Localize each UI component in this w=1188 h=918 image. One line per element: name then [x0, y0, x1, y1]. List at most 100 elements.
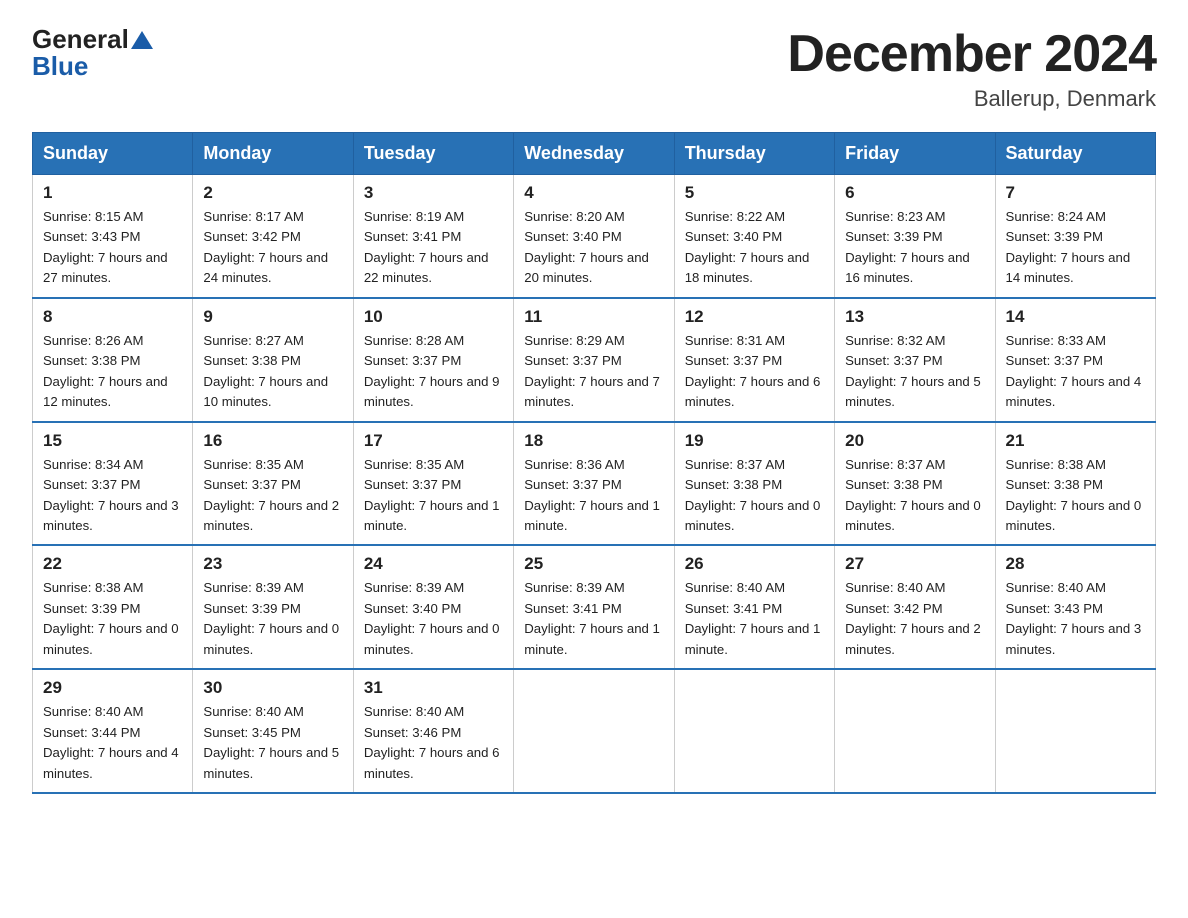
- calendar-cell: [995, 669, 1155, 793]
- day-info: Sunrise: 8:38 AMSunset: 3:38 PMDaylight:…: [1006, 455, 1145, 537]
- day-info: Sunrise: 8:34 AMSunset: 3:37 PMDaylight:…: [43, 455, 182, 537]
- calendar-cell: [674, 669, 834, 793]
- calendar-week-row: 1 Sunrise: 8:15 AMSunset: 3:43 PMDayligh…: [33, 175, 1156, 298]
- calendar-week-row: 22 Sunrise: 8:38 AMSunset: 3:39 PMDaylig…: [33, 545, 1156, 669]
- day-number: 20: [845, 431, 984, 451]
- day-info: Sunrise: 8:39 AMSunset: 3:39 PMDaylight:…: [203, 578, 342, 660]
- calendar-cell: 23 Sunrise: 8:39 AMSunset: 3:39 PMDaylig…: [193, 545, 353, 669]
- location-subtitle: Ballerup, Denmark: [787, 86, 1156, 112]
- day-number: 29: [43, 678, 182, 698]
- day-info: Sunrise: 8:26 AMSunset: 3:38 PMDaylight:…: [43, 331, 182, 413]
- day-info: Sunrise: 8:20 AMSunset: 3:40 PMDaylight:…: [524, 207, 663, 289]
- calendar-cell: 31 Sunrise: 8:40 AMSunset: 3:46 PMDaylig…: [353, 669, 513, 793]
- calendar-cell: 1 Sunrise: 8:15 AMSunset: 3:43 PMDayligh…: [33, 175, 193, 298]
- calendar-cell: 9 Sunrise: 8:27 AMSunset: 3:38 PMDayligh…: [193, 298, 353, 422]
- day-number: 28: [1006, 554, 1145, 574]
- calendar-week-row: 8 Sunrise: 8:26 AMSunset: 3:38 PMDayligh…: [33, 298, 1156, 422]
- calendar-cell: 8 Sunrise: 8:26 AMSunset: 3:38 PMDayligh…: [33, 298, 193, 422]
- calendar-cell: 7 Sunrise: 8:24 AMSunset: 3:39 PMDayligh…: [995, 175, 1155, 298]
- calendar-cell: 6 Sunrise: 8:23 AMSunset: 3:39 PMDayligh…: [835, 175, 995, 298]
- calendar-cell: 12 Sunrise: 8:31 AMSunset: 3:37 PMDaylig…: [674, 298, 834, 422]
- calendar-cell: 18 Sunrise: 8:36 AMSunset: 3:37 PMDaylig…: [514, 422, 674, 546]
- day-number: 17: [364, 431, 503, 451]
- calendar-cell: 22 Sunrise: 8:38 AMSunset: 3:39 PMDaylig…: [33, 545, 193, 669]
- day-number: 9: [203, 307, 342, 327]
- day-info: Sunrise: 8:28 AMSunset: 3:37 PMDaylight:…: [364, 331, 503, 413]
- day-info: Sunrise: 8:39 AMSunset: 3:41 PMDaylight:…: [524, 578, 663, 660]
- day-info: Sunrise: 8:40 AMSunset: 3:43 PMDaylight:…: [1006, 578, 1145, 660]
- month-year-title: December 2024: [787, 24, 1156, 84]
- title-section: December 2024 Ballerup, Denmark: [787, 24, 1156, 112]
- calendar-cell: 14 Sunrise: 8:33 AMSunset: 3:37 PMDaylig…: [995, 298, 1155, 422]
- day-info: Sunrise: 8:22 AMSunset: 3:40 PMDaylight:…: [685, 207, 824, 289]
- day-number: 1: [43, 183, 182, 203]
- header-wednesday: Wednesday: [514, 133, 674, 175]
- calendar-cell: [514, 669, 674, 793]
- day-number: 2: [203, 183, 342, 203]
- day-info: Sunrise: 8:37 AMSunset: 3:38 PMDaylight:…: [845, 455, 984, 537]
- day-number: 30: [203, 678, 342, 698]
- day-info: Sunrise: 8:35 AMSunset: 3:37 PMDaylight:…: [203, 455, 342, 537]
- header-friday: Friday: [835, 133, 995, 175]
- day-number: 6: [845, 183, 984, 203]
- day-info: Sunrise: 8:15 AMSunset: 3:43 PMDaylight:…: [43, 207, 182, 289]
- day-info: Sunrise: 8:31 AMSunset: 3:37 PMDaylight:…: [685, 331, 824, 413]
- day-number: 4: [524, 183, 663, 203]
- calendar-cell: 19 Sunrise: 8:37 AMSunset: 3:38 PMDaylig…: [674, 422, 834, 546]
- calendar-cell: 26 Sunrise: 8:40 AMSunset: 3:41 PMDaylig…: [674, 545, 834, 669]
- day-info: Sunrise: 8:36 AMSunset: 3:37 PMDaylight:…: [524, 455, 663, 537]
- day-info: Sunrise: 8:40 AMSunset: 3:41 PMDaylight:…: [685, 578, 824, 660]
- day-number: 27: [845, 554, 984, 574]
- day-number: 11: [524, 307, 663, 327]
- day-number: 16: [203, 431, 342, 451]
- calendar-week-row: 29 Sunrise: 8:40 AMSunset: 3:44 PMDaylig…: [33, 669, 1156, 793]
- day-number: 10: [364, 307, 503, 327]
- calendar-cell: 21 Sunrise: 8:38 AMSunset: 3:38 PMDaylig…: [995, 422, 1155, 546]
- day-info: Sunrise: 8:33 AMSunset: 3:37 PMDaylight:…: [1006, 331, 1145, 413]
- day-info: Sunrise: 8:39 AMSunset: 3:40 PMDaylight:…: [364, 578, 503, 660]
- calendar-cell: 30 Sunrise: 8:40 AMSunset: 3:45 PMDaylig…: [193, 669, 353, 793]
- day-info: Sunrise: 8:40 AMSunset: 3:46 PMDaylight:…: [364, 702, 503, 784]
- calendar-week-row: 15 Sunrise: 8:34 AMSunset: 3:37 PMDaylig…: [33, 422, 1156, 546]
- day-number: 5: [685, 183, 824, 203]
- day-info: Sunrise: 8:38 AMSunset: 3:39 PMDaylight:…: [43, 578, 182, 660]
- header-thursday: Thursday: [674, 133, 834, 175]
- day-number: 3: [364, 183, 503, 203]
- calendar-cell: 2 Sunrise: 8:17 AMSunset: 3:42 PMDayligh…: [193, 175, 353, 298]
- day-info: Sunrise: 8:19 AMSunset: 3:41 PMDaylight:…: [364, 207, 503, 289]
- header-saturday: Saturday: [995, 133, 1155, 175]
- page-header: General Blue December 2024 Ballerup, Den…: [32, 24, 1156, 112]
- day-number: 8: [43, 307, 182, 327]
- day-number: 13: [845, 307, 984, 327]
- day-number: 22: [43, 554, 182, 574]
- calendar-cell: 15 Sunrise: 8:34 AMSunset: 3:37 PMDaylig…: [33, 422, 193, 546]
- day-info: Sunrise: 8:23 AMSunset: 3:39 PMDaylight:…: [845, 207, 984, 289]
- logo-blue-text: Blue: [32, 51, 88, 82]
- day-info: Sunrise: 8:27 AMSunset: 3:38 PMDaylight:…: [203, 331, 342, 413]
- calendar-cell: 29 Sunrise: 8:40 AMSunset: 3:44 PMDaylig…: [33, 669, 193, 793]
- calendar-cell: 11 Sunrise: 8:29 AMSunset: 3:37 PMDaylig…: [514, 298, 674, 422]
- day-number: 25: [524, 554, 663, 574]
- day-number: 14: [1006, 307, 1145, 327]
- day-info: Sunrise: 8:24 AMSunset: 3:39 PMDaylight:…: [1006, 207, 1145, 289]
- calendar-cell: 24 Sunrise: 8:39 AMSunset: 3:40 PMDaylig…: [353, 545, 513, 669]
- day-number: 12: [685, 307, 824, 327]
- day-number: 24: [364, 554, 503, 574]
- calendar-cell: 28 Sunrise: 8:40 AMSunset: 3:43 PMDaylig…: [995, 545, 1155, 669]
- day-number: 7: [1006, 183, 1145, 203]
- calendar-cell: 20 Sunrise: 8:37 AMSunset: 3:38 PMDaylig…: [835, 422, 995, 546]
- day-info: Sunrise: 8:35 AMSunset: 3:37 PMDaylight:…: [364, 455, 503, 537]
- day-number: 15: [43, 431, 182, 451]
- calendar-header-row: SundayMondayTuesdayWednesdayThursdayFrid…: [33, 133, 1156, 175]
- calendar-cell: 3 Sunrise: 8:19 AMSunset: 3:41 PMDayligh…: [353, 175, 513, 298]
- day-info: Sunrise: 8:37 AMSunset: 3:38 PMDaylight:…: [685, 455, 824, 537]
- calendar-cell: 27 Sunrise: 8:40 AMSunset: 3:42 PMDaylig…: [835, 545, 995, 669]
- day-info: Sunrise: 8:40 AMSunset: 3:44 PMDaylight:…: [43, 702, 182, 784]
- day-info: Sunrise: 8:40 AMSunset: 3:45 PMDaylight:…: [203, 702, 342, 784]
- day-info: Sunrise: 8:29 AMSunset: 3:37 PMDaylight:…: [524, 331, 663, 413]
- logo-triangle-icon: [131, 31, 153, 49]
- header-tuesday: Tuesday: [353, 133, 513, 175]
- calendar-cell: 4 Sunrise: 8:20 AMSunset: 3:40 PMDayligh…: [514, 175, 674, 298]
- day-number: 31: [364, 678, 503, 698]
- calendar-table: SundayMondayTuesdayWednesdayThursdayFrid…: [32, 132, 1156, 794]
